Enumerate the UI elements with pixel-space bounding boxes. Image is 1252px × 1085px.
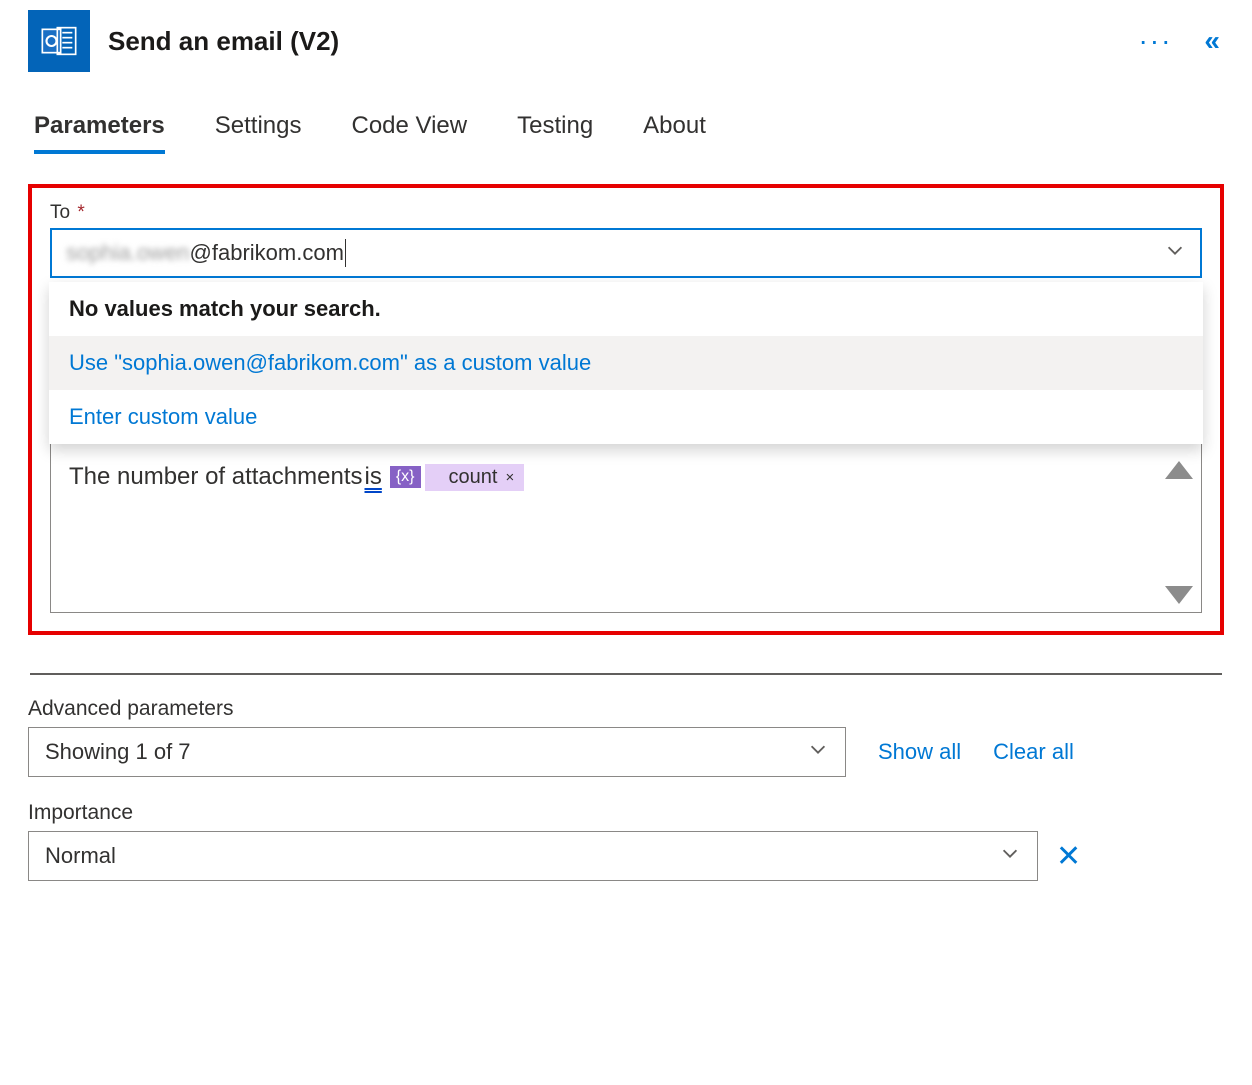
token-count[interactable]: count × xyxy=(425,464,525,491)
to-label-text: To xyxy=(50,202,70,223)
advanced-select[interactable]: Showing 1 of 7 xyxy=(28,727,846,777)
show-all-button[interactable]: Show all xyxy=(878,739,961,765)
required-indicator: * xyxy=(77,202,84,223)
importance-value: Normal xyxy=(45,843,116,869)
chevron-down-icon[interactable] xyxy=(1164,239,1186,267)
importance-label: Importance xyxy=(28,801,1224,825)
scroll-up-icon[interactable] xyxy=(1165,461,1193,479)
tab-testing[interactable]: Testing xyxy=(517,112,593,154)
tab-parameters[interactable]: Parameters xyxy=(34,112,165,154)
scroll-down-icon[interactable] xyxy=(1165,586,1193,604)
collapse-button[interactable]: « xyxy=(1200,25,1224,57)
tab-settings[interactable]: Settings xyxy=(215,112,302,154)
to-dropdown: No values match your search. Use "sophia… xyxy=(49,282,1203,444)
outlook-icon xyxy=(28,10,90,72)
dropdown-use-custom[interactable]: Use "sophia.owen@fabrikom.com" as a cust… xyxy=(49,336,1203,390)
chevron-down-icon[interactable] xyxy=(807,738,829,766)
action-title: Send an email (V2) xyxy=(108,26,1110,57)
section-divider xyxy=(30,673,1222,675)
highlighted-region: To * sophia.owen @fabrikom.com No values… xyxy=(28,184,1224,635)
to-value-rest: @fabrikom.com xyxy=(190,240,344,266)
advanced-select-value: Showing 1 of 7 xyxy=(45,739,191,765)
expression-icon: {x} xyxy=(390,466,421,488)
to-label: To * xyxy=(50,202,1202,224)
dropdown-enter-custom[interactable]: Enter custom value xyxy=(49,390,1203,444)
to-value-redacted: sophia.owen xyxy=(66,240,190,266)
tab-bar: Parameters Settings Code View Testing Ab… xyxy=(34,112,1224,154)
body-editor[interactable]: The number of attachments is {x} count × xyxy=(50,443,1202,613)
text-caret xyxy=(345,239,346,267)
clear-all-button[interactable]: Clear all xyxy=(993,739,1074,765)
advanced-heading: Advanced parameters xyxy=(28,697,1224,721)
body-text-prefix: The number of attachments xyxy=(69,463,362,491)
body-text-is: is xyxy=(364,463,381,491)
importance-select[interactable]: Normal xyxy=(28,831,1038,881)
remove-importance-button[interactable]: ✕ xyxy=(1056,839,1081,874)
token-remove-icon[interactable]: × xyxy=(505,469,514,486)
tab-codeview[interactable]: Code View xyxy=(351,112,467,154)
to-input[interactable]: sophia.owen @fabrikom.com xyxy=(50,228,1202,278)
more-button[interactable]: ··· xyxy=(1128,25,1182,57)
dropdown-no-match: No values match your search. xyxy=(49,282,1203,336)
token-label: count xyxy=(449,466,498,489)
tab-about[interactable]: About xyxy=(643,112,706,154)
chevron-down-icon[interactable] xyxy=(999,842,1021,870)
